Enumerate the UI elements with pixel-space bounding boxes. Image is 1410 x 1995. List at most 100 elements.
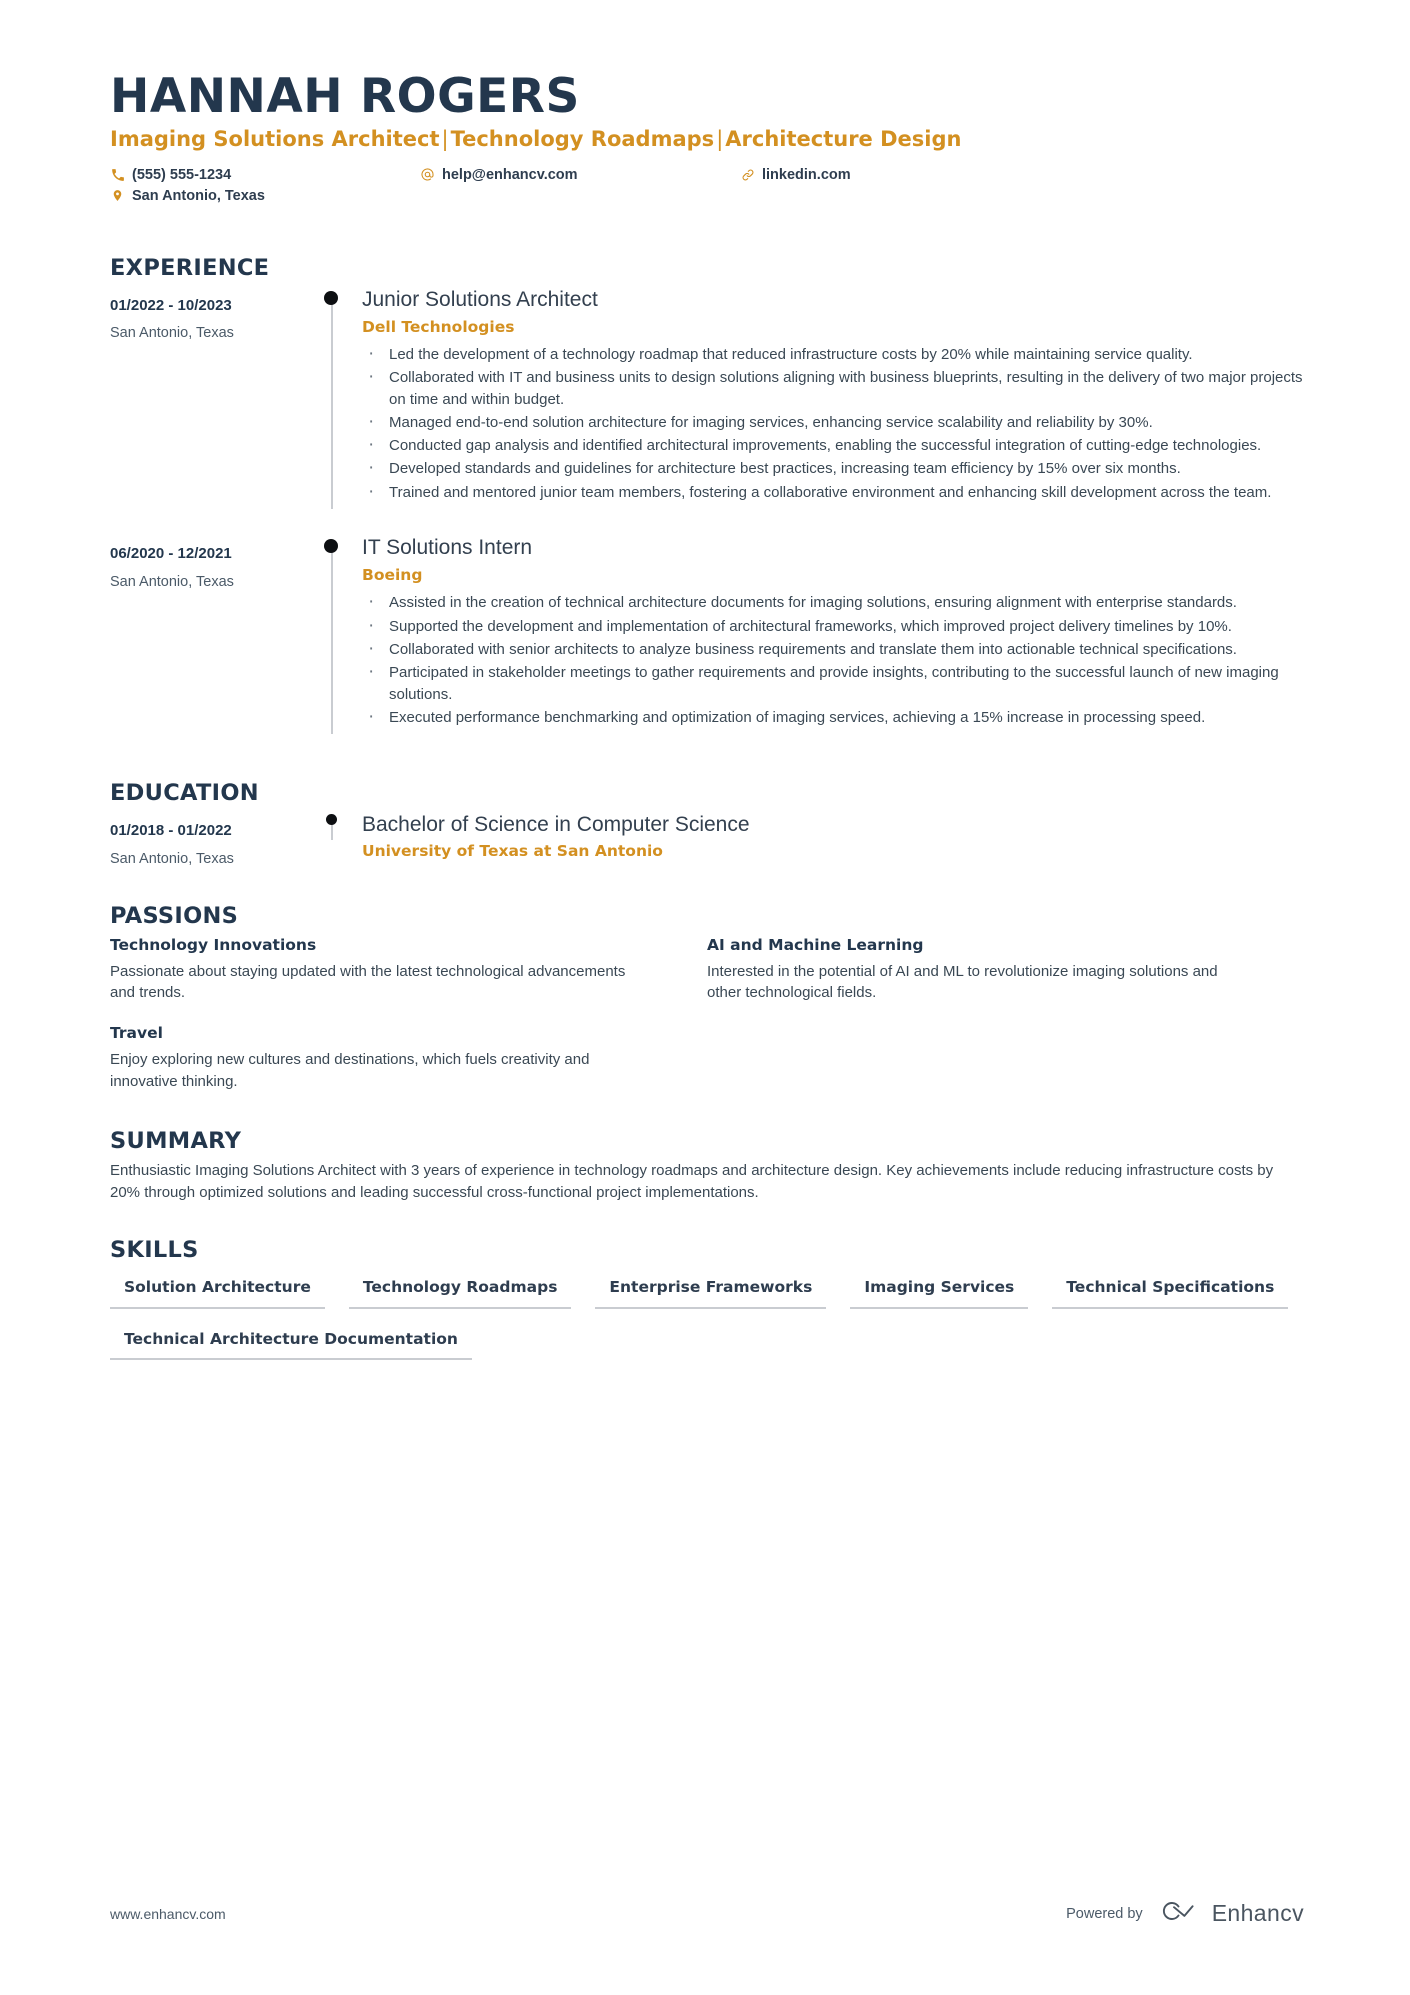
enhancv-logo-icon [1157,1898,1203,1929]
passion-description: Interested in the potential of AI and ML… [707,962,1218,1001]
experience-dates: 06/2020 - 12/2021 [110,545,232,562]
skill-chip: Technical Architecture Documentation [110,1323,472,1360]
contact-linkedin[interactable]: linkedin.com [740,167,1000,183]
timeline-line [331,547,333,735]
list-item: Participated in stakeholder meetings to … [362,659,1304,705]
contact-location-value: San Antonio, Texas [132,187,265,204]
experience-dates: 01/2022 - 10/2023 [110,296,232,314]
experience-company: Boeing [362,566,423,585]
timeline-rail [310,535,362,735]
list-item: Assisted in the creation of technical ar… [362,589,1304,616]
professional-headline: Imaging Solutions Architect|Technology R… [110,127,1304,152]
footer-website-url[interactable]: www.enhancv.com [110,1906,226,1922]
resume-page: HANNAH ROGERS Imaging Solutions Architec… [0,0,1410,1995]
experience-bullet-list: Assisted in the creation of technical ar… [362,589,1304,731]
passion-description: Enjoy exploring new cultures and destina… [110,1051,590,1090]
contact-row-primary: (555) 555-1234 help@enhancv.com linkedin… [110,167,1304,183]
at-icon [420,167,435,182]
contact-row-secondary: San Antonio, Texas [110,188,1304,204]
passions-column-left: Technology Innovations Passionate about … [110,935,707,1112]
enhancv-logo: Enhancv [1157,1898,1304,1929]
resume-header: HANNAH ROGERS Imaging Solutions Architec… [110,72,1304,204]
section-skills: SKILLS Solution Architecture Technology … [110,1237,1304,1373]
passion-title: Travel [110,1024,163,1043]
skill-chip: Enterprise Frameworks [595,1271,827,1309]
passions-column-right: AI and Machine Learning Interested in th… [707,935,1304,1112]
experience-location: San Antonio, Texas [110,573,234,590]
list-item: Trained and mentored junior team members… [362,479,1304,506]
skill-chip: Imaging Services [850,1271,1029,1309]
timeline-line [331,824,333,841]
education-meta: 01/2018 - 01/2022 San Antonio, Texas [110,812,310,868]
section-education: EDUCATION 01/2018 - 01/2022 San Antonio,… [110,780,1304,868]
contact-email-value: help@enhancv.com [442,166,578,183]
passion-item: Technology Innovations Passionate about … [110,935,647,1004]
experience-bullet-list: Led the development of a technology road… [362,341,1304,506]
summary-text: Enthusiastic Imaging Solutions Architect… [110,1161,1274,1201]
list-item: Conducted gap analysis and identified ar… [362,432,1304,459]
list-item: Executed performance benchmarking and op… [362,704,1304,731]
timeline-dot-icon [326,814,337,826]
contact-phone[interactable]: (555) 555-1234 [110,167,420,183]
skill-chip: Technical Specifications [1052,1271,1289,1309]
experience-meta: 01/2022 - 10/2023 San Antonio, Texas [110,287,310,509]
education-school: University of Texas at San Antonio [362,842,663,861]
timeline-dot-icon [324,539,338,553]
section-title-experience: EXPERIENCE [110,254,270,281]
list-item: Managed end-to-end solution architecture… [362,409,1304,436]
list-item: Collaborated with senior architects to a… [362,636,1304,663]
list-item: Developed standards and guidelines for a… [362,455,1304,482]
list-item: Collaborated with IT and business units … [362,364,1304,410]
contact-phone-value: (555) 555-1234 [132,166,232,183]
passion-description: Passionate about staying updated with th… [110,962,626,1001]
experience-entry: 01/2022 - 10/2023 San Antonio, Texas Jun… [110,287,1304,509]
passion-item: Travel Enjoy exploring new cultures and … [110,1023,647,1092]
link-icon [740,168,755,182]
passions-grid: Technology Innovations Passionate about … [110,935,1304,1112]
education-entry: 01/2018 - 01/2022 San Antonio, Texas Bac… [110,812,1304,868]
contact-linkedin-value: linkedin.com [762,166,851,183]
experience-entry: 06/2020 - 12/2021 San Antonio, Texas IT … [110,535,1304,735]
experience-job-title: Junior Solutions Architect [362,287,598,311]
contact-email[interactable]: help@enhancv.com [420,167,740,183]
list-item: Led the development of a technology road… [362,341,1304,368]
passion-item: AI and Machine Learning Interested in th… [707,935,1244,1004]
section-title-passions: PASSIONS [110,902,239,929]
headline-separator: | [716,127,724,152]
skill-chip: Technology Roadmaps [348,1271,572,1309]
timeline-rail [310,812,362,868]
experience-body: Junior Solutions Architect Dell Technolo… [362,287,1304,509]
experience-meta: 06/2020 - 12/2021 San Antonio, Texas [110,535,310,734]
experience-location: San Antonio, Texas [110,325,234,342]
skill-chip: Solution Architecture [110,1271,325,1309]
skills-list: Solution Architecture Technology Roadmap… [110,1271,1304,1373]
experience-body: IT Solutions Intern Boeing Assisted in t… [362,535,1304,734]
page-footer: www.enhancv.com Powered by Enhancv [110,1898,1304,1929]
enhancv-brand-name: Enhancv [1211,1900,1304,1926]
section-passions: PASSIONS Technology Innovations Passiona… [110,903,1304,1112]
section-experience: EXPERIENCE 01/2022 - 10/2023 San Antonio… [110,255,1304,735]
section-title-summary: SUMMARY [110,1127,242,1154]
timeline-line [331,298,333,509]
map-pin-icon [110,188,125,203]
section-title-education: EDUCATION [110,780,259,807]
headline-part-3: Architecture Design [725,127,962,152]
timeline-dot-icon [324,290,338,305]
page-title: HANNAH ROGERS [110,69,580,124]
headline-separator: | [441,127,449,152]
experience-company: Dell Technologies [362,317,515,336]
headline-part-2: Technology Roadmaps [450,127,715,152]
footer-branding: Powered by Enhancv [1066,1898,1304,1929]
section-title-skills: SKILLS [110,1237,199,1264]
list-item: Supported the development and implementa… [362,613,1304,640]
education-dates: 01/2018 - 01/2022 [110,822,232,840]
contact-location: San Antonio, Texas [110,188,420,204]
education-degree: Bachelor of Science in Computer Science [362,813,750,837]
section-summary: SUMMARY Enthusiastic Imaging Solutions A… [110,1128,1304,1204]
experience-job-title: IT Solutions Intern [362,536,533,559]
education-location: San Antonio, Texas [110,850,234,867]
powered-by-label: Powered by [1066,1905,1143,1922]
phone-icon [110,168,125,182]
education-body: Bachelor of Science in Computer Science … [362,812,1304,868]
passion-title: Technology Innovations [110,935,317,954]
